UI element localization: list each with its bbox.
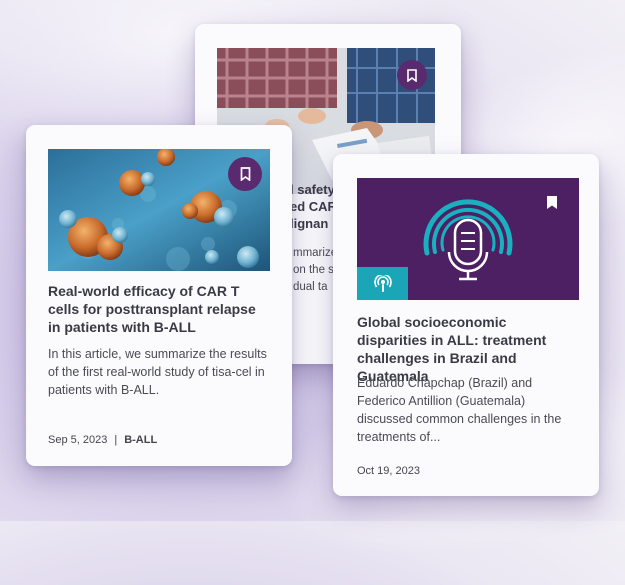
article-date: Sep 5, 2023 — [48, 434, 108, 446]
article-meta: Sep 5, 2023 | B-ALL — [48, 434, 157, 446]
podcast-date: Oct 19, 2023 — [357, 465, 420, 477]
podcast-description: Eduardo Chapchap (Brazil) and Federico A… — [357, 376, 562, 444]
podcast-card-disparities[interactable]: Global socioeconomic disparities in ALL:… — [333, 154, 599, 496]
bookmark-icon — [240, 167, 250, 181]
podcast-meta: Oct 19, 2023 — [357, 465, 420, 477]
article-tag[interactable]: B-ALL — [124, 434, 157, 446]
bookmark-button[interactable] — [397, 60, 427, 90]
bookmark-button[interactable] — [228, 157, 262, 191]
article-description: In this article, we summarize the result… — [48, 347, 267, 397]
podcast-badge — [357, 267, 408, 300]
article-title[interactable]: Real-world efficacy of CAR T cells for p… — [48, 282, 270, 336]
meta-separator: | — [114, 434, 118, 446]
article-card-car-t[interactable]: Real-world efficacy of CAR T cells for p… — [26, 125, 292, 466]
article-title-partial[interactable]: l safety ed CAR lignan — [290, 181, 337, 232]
bookmark-icon — [407, 68, 417, 82]
bookmark-icon — [547, 196, 557, 209]
bookmark-button[interactable] — [546, 195, 560, 211]
podcast-icon — [373, 274, 392, 292]
